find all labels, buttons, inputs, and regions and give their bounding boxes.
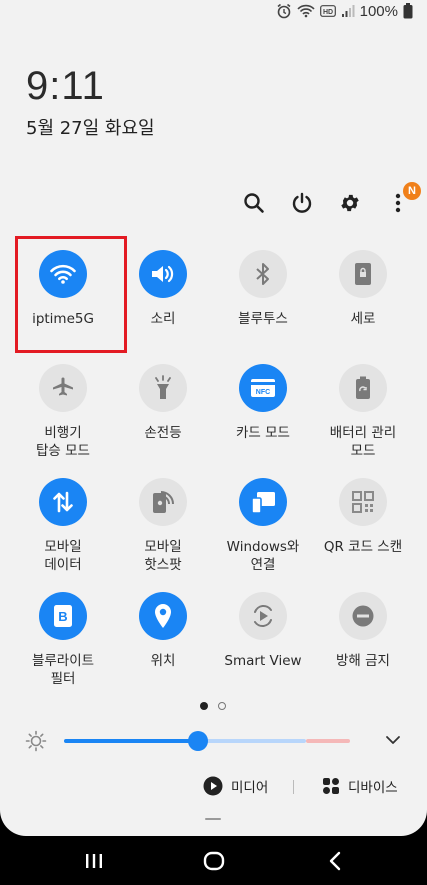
- chevron-down-icon[interactable]: [385, 732, 401, 752]
- tile-label: 소리: [150, 311, 176, 327]
- tile-bluetooth[interactable]: 블루투스: [213, 250, 313, 328]
- tile-mobile-data[interactable]: 모바일 데이터: [13, 478, 113, 574]
- blue-light-filter-icon[interactable]: B: [39, 592, 87, 640]
- tile-flashlight[interactable]: 손전등: [113, 364, 213, 442]
- brightness-track: [198, 739, 306, 743]
- portrait-lock-icon[interactable]: [339, 250, 387, 298]
- gear-icon[interactable]: [337, 190, 363, 216]
- alarm-icon: [276, 3, 292, 19]
- location-icon[interactable]: [139, 592, 187, 640]
- svg-text:HD: HD: [323, 9, 333, 16]
- tile-label: 모바일 데이터: [44, 539, 82, 573]
- page-dot-2: [218, 702, 226, 710]
- home-icon[interactable]: [203, 851, 225, 875]
- recent-apps-icon[interactable]: [84, 851, 104, 875]
- smart-view-icon[interactable]: [239, 592, 287, 640]
- nfc-icon[interactable]: NFC: [239, 364, 287, 412]
- bluetooth-icon[interactable]: [239, 250, 287, 298]
- tile-label: Smart View: [224, 653, 302, 669]
- more-options-icon[interactable]: N: [385, 182, 421, 216]
- tile-battery-saver[interactable]: 배터리 관리 모드: [313, 364, 413, 460]
- svg-text:B: B: [58, 609, 67, 624]
- signal-icon: [341, 4, 355, 18]
- link-to-windows-icon[interactable]: [239, 478, 287, 526]
- search-icon[interactable]: [241, 190, 267, 216]
- tile-label: 모바일 핫스팟: [144, 539, 182, 573]
- mobile-data-icon[interactable]: [39, 478, 87, 526]
- sound-icon[interactable]: [139, 250, 187, 298]
- tile-label: 블루라이트 필터: [31, 653, 95, 687]
- highlight-box: [15, 236, 127, 353]
- media-device-row: 미디어 디바이스: [0, 776, 427, 800]
- tile-portrait[interactable]: 세로: [313, 250, 413, 328]
- devices-label: 디바이스: [348, 780, 398, 796]
- tile-sound[interactable]: 소리: [113, 250, 213, 328]
- quick-panel-toolbar: N: [241, 182, 421, 216]
- tile-nfc-card-mode[interactable]: NFC 카드 모드: [213, 364, 313, 442]
- drag-handle[interactable]: [205, 818, 221, 820]
- tile-location[interactable]: 위치: [113, 592, 213, 670]
- power-icon[interactable]: [289, 190, 315, 216]
- brightness-fill: [64, 739, 199, 743]
- brightness-sun-icon: [25, 730, 47, 756]
- brightness-row: [0, 728, 427, 754]
- status-bar: HD 100%: [276, 0, 413, 22]
- brightness-track-warm: [306, 739, 350, 743]
- page-indicator: [200, 702, 226, 710]
- airplane-icon[interactable]: [39, 364, 87, 412]
- navigation-bar: [0, 836, 427, 885]
- back-icon[interactable]: [327, 851, 343, 875]
- tile-link-to-windows[interactable]: Windows와 연결: [213, 478, 313, 574]
- do-not-disturb-icon[interactable]: [339, 592, 387, 640]
- tile-label: 비행기 탑승 모드: [36, 425, 90, 459]
- qr-code-icon[interactable]: [339, 478, 387, 526]
- tile-do-not-disturb[interactable]: 방해 금지: [313, 592, 413, 670]
- tile-label: QR 코드 스캔: [323, 539, 403, 555]
- tile-label: 위치: [150, 653, 176, 669]
- wifi-icon: [297, 4, 315, 18]
- battery-percent: 100%: [359, 2, 398, 20]
- tile-label: 방해 금지: [336, 653, 390, 669]
- tile-hotspot[interactable]: 모바일 핫스팟: [113, 478, 213, 574]
- tile-label: 배터리 관리 모드: [329, 425, 397, 459]
- media-button[interactable]: 미디어: [203, 776, 268, 796]
- clock-time[interactable]: 9:11: [26, 64, 105, 109]
- divider: [293, 780, 294, 794]
- play-icon: [203, 776, 223, 796]
- battery-saver-icon[interactable]: [339, 364, 387, 412]
- brightness-thumb[interactable]: [188, 731, 209, 751]
- svg-text:NFC: NFC: [256, 389, 270, 396]
- quick-panel: HD 100% 9:11 5월 27일 화요일 N iptime5G 소리 블루…: [0, 0, 427, 836]
- tile-label: 블루투스: [238, 311, 288, 327]
- notification-badge: N: [403, 182, 421, 200]
- devices-button[interactable]: 디바이스: [322, 776, 398, 796]
- tile-airplane[interactable]: 비행기 탑승 모드: [13, 364, 113, 460]
- tile-label: Windows와 연결: [226, 539, 300, 573]
- tile-smart-view[interactable]: Smart View: [213, 592, 313, 670]
- tile-label: 손전등: [144, 425, 182, 441]
- flashlight-icon[interactable]: [139, 364, 187, 412]
- tile-qr-scan[interactable]: QR 코드 스캔: [313, 478, 413, 556]
- media-label: 미디어: [231, 780, 269, 796]
- hotspot-icon[interactable]: [139, 478, 187, 526]
- battery-icon: [403, 3, 413, 19]
- hd-icon: HD: [319, 5, 336, 17]
- tile-label: 카드 모드: [236, 425, 290, 441]
- page-dot-1: [200, 702, 208, 710]
- tile-blue-light-filter[interactable]: B 블루라이트 필터: [13, 592, 113, 688]
- devices-icon: [323, 778, 339, 794]
- clock-date[interactable]: 5월 27일 화요일: [26, 114, 155, 140]
- tile-label: 세로: [350, 311, 376, 327]
